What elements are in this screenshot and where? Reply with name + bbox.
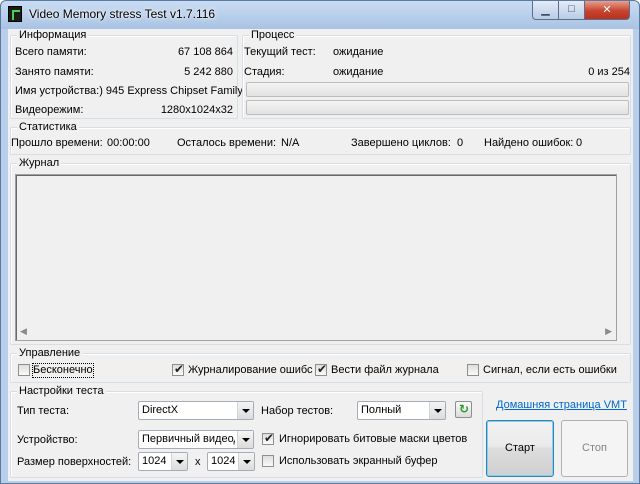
elapsed-label: Прошло времени: xyxy=(11,137,103,149)
errors-label: Найдено ошибок: xyxy=(484,137,574,149)
stage-progress-bar xyxy=(246,100,629,115)
device-select[interactable]: Первичный видеод xyxy=(138,430,254,449)
vmt-app-icon[interactable] xyxy=(8,6,22,22)
start-button[interactable]: Старт xyxy=(486,420,554,477)
log-group: Журнал ◀ ▶ xyxy=(10,157,631,345)
minimize-icon: ▁ xyxy=(541,4,550,16)
homepage-link[interactable]: Домашняя страница VMT xyxy=(496,399,627,411)
info-group: Информация Всего памяти: 67 108 864 Заня… xyxy=(10,29,243,119)
test-progress-bar xyxy=(246,82,629,97)
log-horizontal-scrollbar[interactable]: ◀ ▶ xyxy=(17,325,615,339)
process-legend: Процесс xyxy=(249,29,297,41)
check-icon: ✔ xyxy=(317,362,328,376)
cycles-value: 0 xyxy=(457,137,464,149)
device-name-label: Имя устройства:) 945 Express Chipset Fam… xyxy=(15,85,243,97)
test-type-select[interactable]: DirectX xyxy=(138,401,254,420)
surface-height-value: 1024 xyxy=(211,455,236,467)
log-errors-checkbox[interactable]: ✔ xyxy=(172,362,185,376)
chevron-down-icon[interactable] xyxy=(429,402,445,419)
signal-label[interactable]: Сигнал, если есть ошибки xyxy=(483,364,617,377)
maximize-button[interactable]: □ xyxy=(558,1,585,20)
video-mode-value: 1280x1024x32 xyxy=(160,104,233,116)
scroll-left-icon[interactable]: ◀ xyxy=(20,326,27,337)
surface-height-select[interactable]: 1024 xyxy=(207,452,255,471)
test-set-value: Полный xyxy=(361,404,402,416)
stats-group: Статистика Прошло времени: 00:00:00 Оста… xyxy=(10,121,631,155)
current-test-label: Текущий тест: xyxy=(244,46,316,58)
remaining-label: Осталось времени: xyxy=(177,137,277,149)
stage-label: Стадия: xyxy=(244,66,285,78)
chevron-down-icon[interactable] xyxy=(237,402,253,419)
app-window: Video Memory stress Test v1.7.116 ▁ □ ✕ … xyxy=(0,0,640,484)
used-memory-label: Занято памяти: xyxy=(15,66,94,78)
minimize-button[interactable]: ▁ xyxy=(532,1,559,20)
stop-button[interactable]: Стоп xyxy=(561,420,628,477)
chevron-down-icon[interactable] xyxy=(171,453,187,470)
signal-checkbox[interactable] xyxy=(467,364,479,376)
maximize-icon: □ xyxy=(568,3,575,15)
control-group: Управление Бесконечно ✔ Журналирование о… xyxy=(10,347,631,383)
chevron-down-icon[interactable] xyxy=(238,453,254,470)
close-button[interactable]: ✕ xyxy=(584,1,630,20)
stage-value: ожидание xyxy=(333,66,384,78)
surface-width-value: 1024 xyxy=(142,455,167,467)
elapsed-value: 00:00:00 xyxy=(107,137,150,149)
test-set-select[interactable]: Полный xyxy=(357,401,446,420)
endless-checkbox[interactable] xyxy=(18,364,30,376)
stage-counter: 0 из 254 xyxy=(588,66,630,78)
ignore-masks-checkbox[interactable]: ✔ xyxy=(262,431,275,445)
ignore-masks-label[interactable]: Игнорировать битовые маски цветов xyxy=(279,433,467,446)
chevron-down-icon[interactable] xyxy=(237,431,253,448)
refresh-icon: ↻ xyxy=(459,402,470,416)
info-legend: Информация xyxy=(17,29,89,41)
stop-button-label: Стоп xyxy=(582,442,607,454)
device-value: Первичный видеод xyxy=(142,433,235,445)
cycles-label: Завершено циклов: xyxy=(351,137,451,149)
test-type-label: Тип теста: xyxy=(17,405,70,417)
total-memory-label: Всего памяти: xyxy=(15,46,87,58)
scroll-right-icon[interactable]: ▶ xyxy=(605,326,612,337)
title-bar[interactable]: Video Memory stress Test v1.7.116 ▁ □ ✕ xyxy=(1,1,639,28)
total-memory-value: 67 108 864 xyxy=(177,46,233,58)
test-type-value: DirectX xyxy=(142,404,179,416)
check-icon: ✔ xyxy=(264,431,275,445)
log-file-label[interactable]: Вести файл журнала xyxy=(331,364,439,377)
endless-label[interactable]: Бесконечно xyxy=(32,363,94,378)
settings-group: Настройки теста Тип теста: DirectX Набор… xyxy=(10,385,483,478)
size-separator: x xyxy=(195,456,201,468)
current-test-value: ожидание xyxy=(333,46,384,58)
control-legend: Управление xyxy=(17,347,83,359)
log-textarea[interactable]: ◀ ▶ xyxy=(15,174,617,341)
log-errors-label[interactable]: Журналирование ошибс xyxy=(188,364,313,377)
client-area: Информация Всего памяти: 67 108 864 Заня… xyxy=(8,29,633,481)
used-memory-value: 5 242 880 xyxy=(184,66,233,78)
refresh-button[interactable]: ↻ xyxy=(455,401,472,418)
screen-buffer-label[interactable]: Использовать экранный буфер xyxy=(279,455,438,468)
surface-size-label: Размер поверхностей: xyxy=(17,456,132,468)
errors-value: 0 xyxy=(576,137,583,149)
start-button-label: Старт xyxy=(505,442,535,454)
window-title: Video Memory stress Test v1.7.116 xyxy=(29,7,216,21)
settings-legend: Настройки теста xyxy=(17,385,106,397)
close-icon: ✕ xyxy=(602,4,612,16)
test-set-label: Набор тестов: xyxy=(261,405,334,417)
screen-buffer-checkbox[interactable] xyxy=(262,455,274,467)
log-file-checkbox[interactable]: ✔ xyxy=(315,362,328,376)
video-mode-label: Видеорежим: xyxy=(15,104,84,116)
stats-legend: Статистика xyxy=(17,121,79,133)
surface-width-select[interactable]: 1024 xyxy=(138,452,188,471)
device-label: Устройство: xyxy=(17,434,78,446)
log-legend: Журнал xyxy=(17,157,62,169)
process-group: Процесс Текущий тест: ожидание Стадия: о… xyxy=(242,29,631,119)
check-icon: ✔ xyxy=(174,362,185,376)
remaining-value: N/A xyxy=(281,137,300,149)
